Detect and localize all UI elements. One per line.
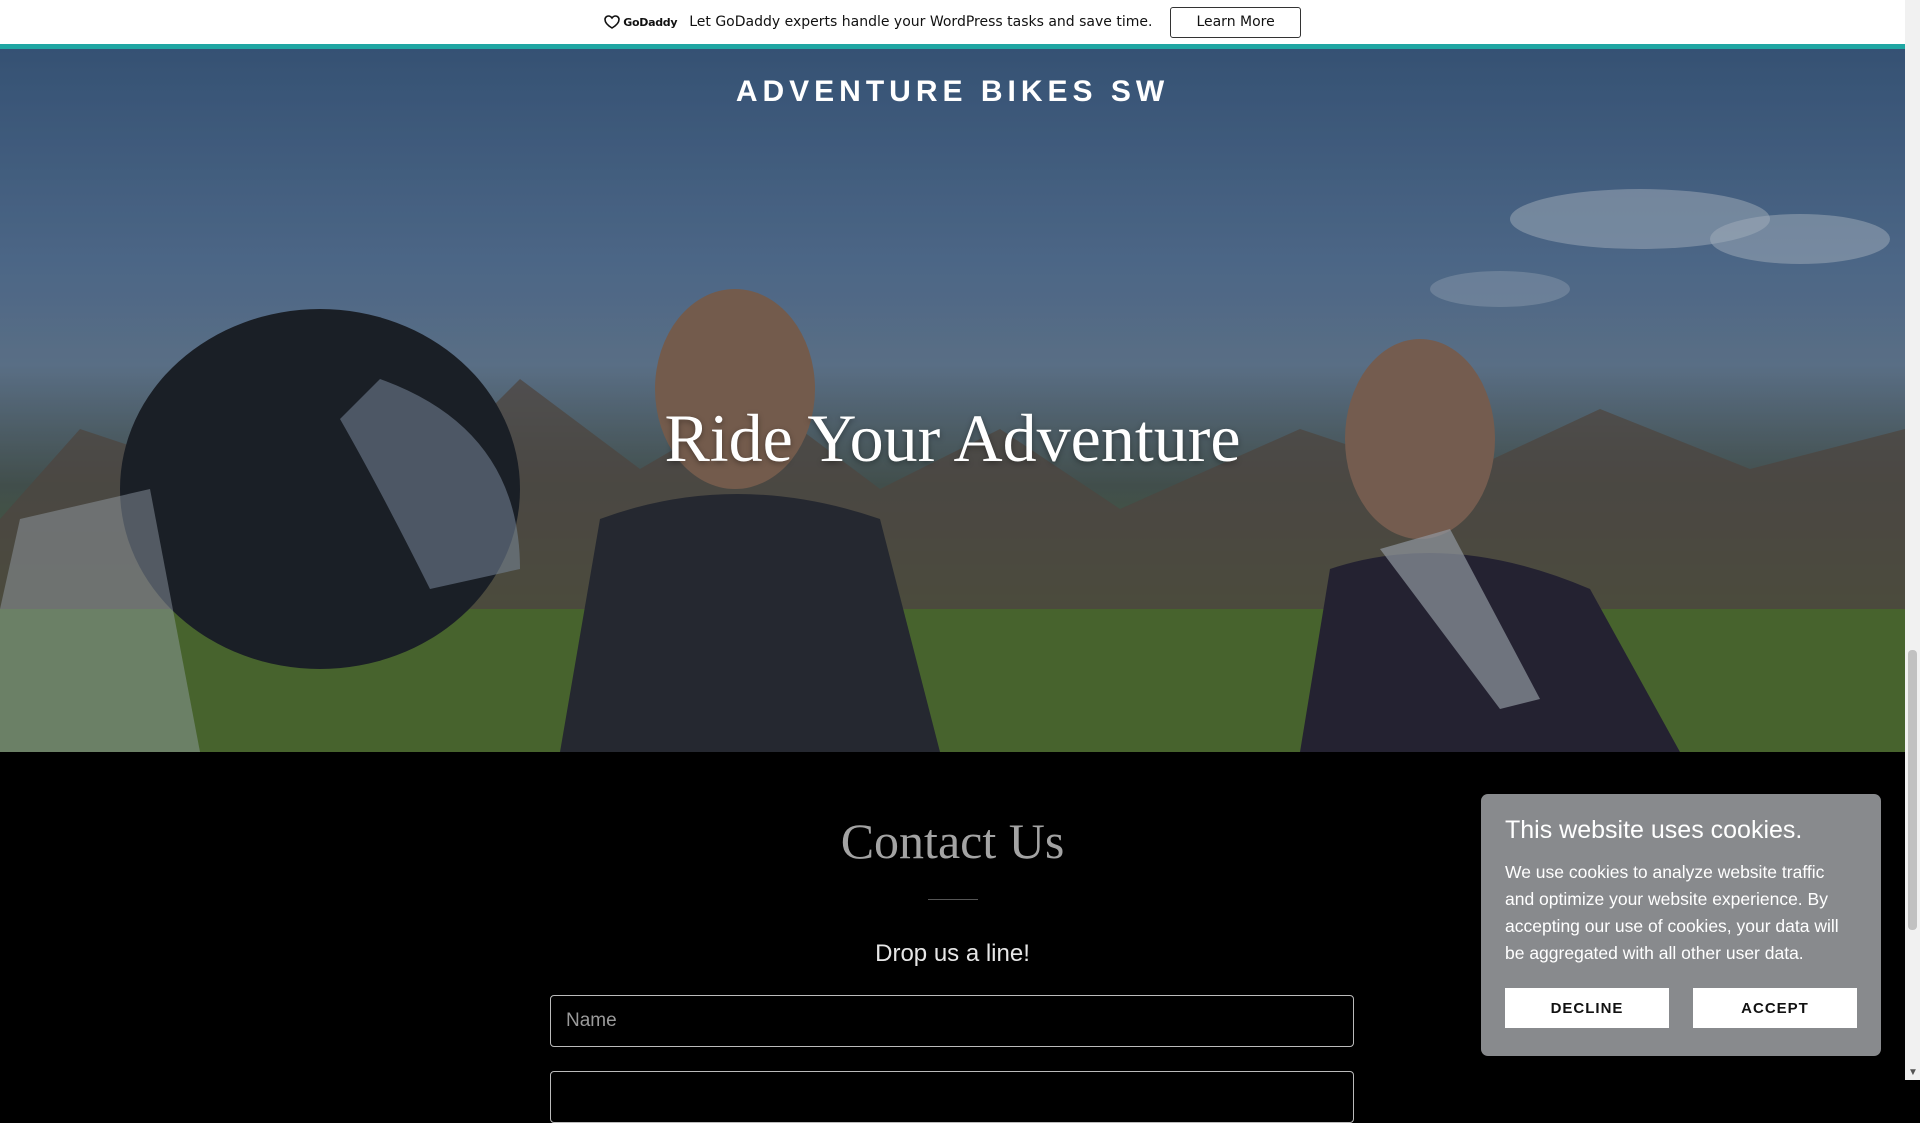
site-title[interactable]: ADVENTURE BIKES SW	[0, 75, 1905, 109]
scroll-down-arrow-icon[interactable]: ▼	[1908, 1067, 1918, 1078]
promo-text: Let GoDaddy experts handle your WordPres…	[689, 14, 1153, 30]
hero-title: Ride Your Adventure	[664, 400, 1241, 476]
name-field[interactable]	[550, 995, 1354, 1047]
email-field[interactable]	[550, 1071, 1354, 1123]
promo-bar: GoDaddy Let GoDaddy experts handle your …	[0, 0, 1905, 49]
scrollbar-thumb[interactable]	[1908, 650, 1917, 930]
cookie-actions: DECLINE ACCEPT	[1505, 988, 1857, 1028]
cookie-title: This website uses cookies.	[1505, 816, 1803, 844]
page-scrollbar[interactable]: ▼	[1905, 0, 1920, 1080]
godaddy-logo-icon	[604, 15, 621, 29]
godaddy-logo: GoDaddy	[604, 15, 678, 29]
cookie-text: We use cookies to analyze website traffi…	[1505, 862, 1839, 963]
godaddy-logo-text: GoDaddy	[623, 15, 678, 29]
section-divider	[928, 899, 978, 900]
cookie-banner: This website uses cookies. We use cookie…	[1481, 794, 1881, 1056]
decline-button[interactable]: DECLINE	[1505, 988, 1669, 1028]
learn-more-button[interactable]: Learn More	[1170, 6, 1301, 38]
accept-button[interactable]: ACCEPT	[1693, 988, 1857, 1028]
hero-section: ADVENTURE BIKES SW Ride Your Adventure	[0, 49, 1905, 752]
